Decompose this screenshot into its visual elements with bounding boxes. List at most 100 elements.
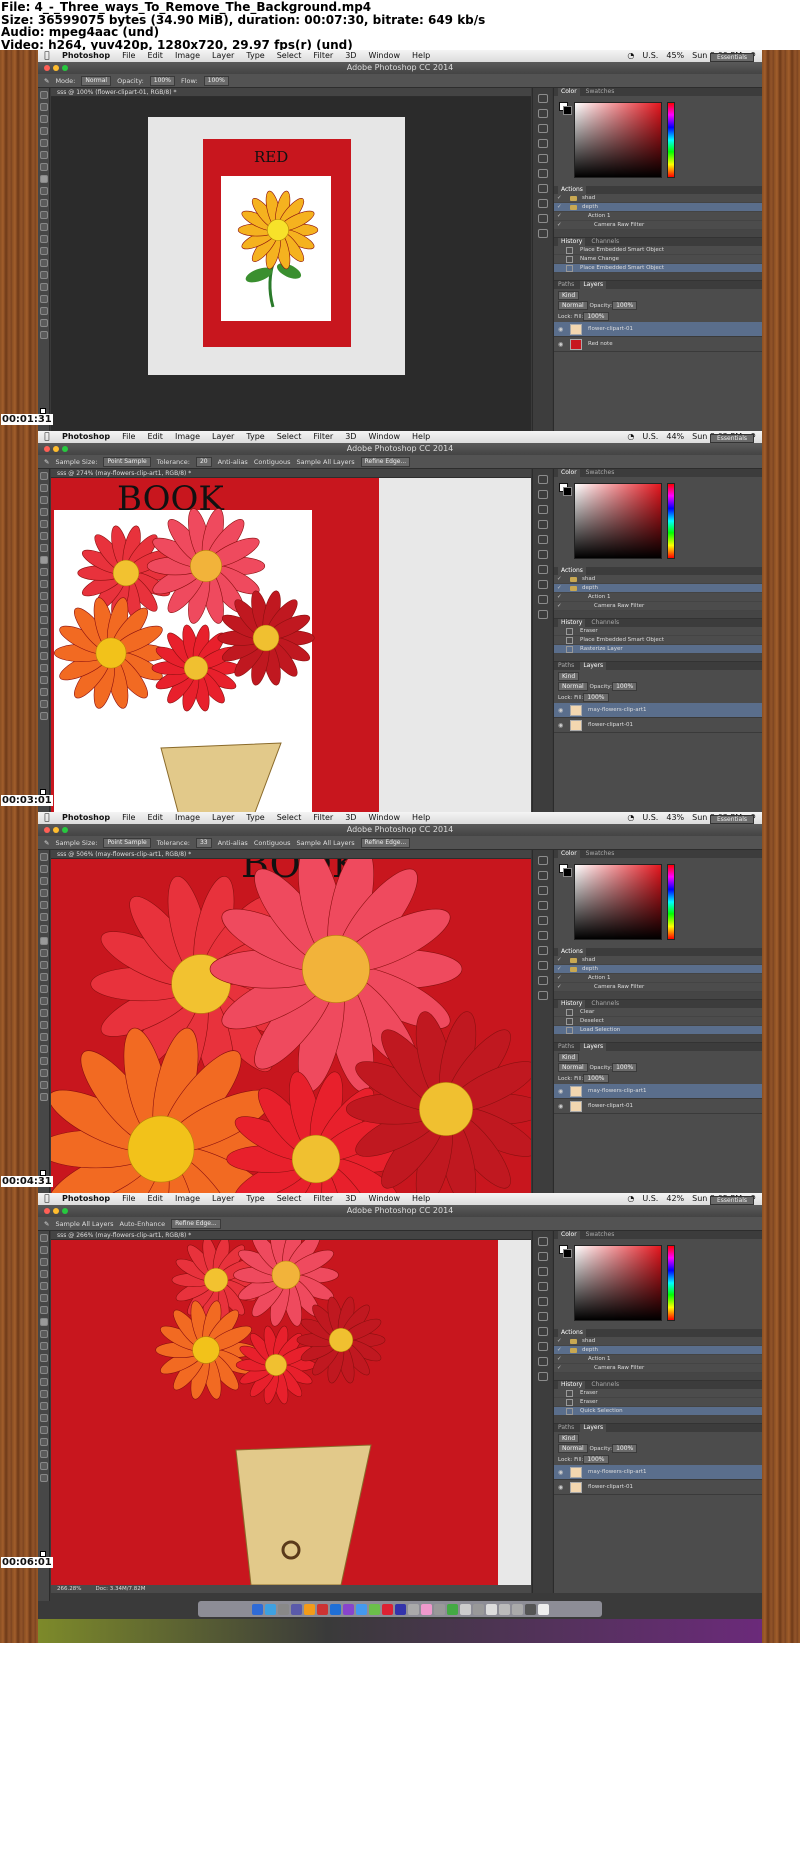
- tab-history[interactable]: History: [558, 1381, 586, 1389]
- eyedropper-tool-icon[interactable]: [40, 532, 48, 540]
- action-item[interactable]: ✓ Camera Raw Filter: [554, 602, 762, 611]
- paragraph-panel-icon[interactable]: [537, 946, 548, 955]
- check-icon[interactable]: ✓: [557, 974, 562, 982]
- menu-item[interactable]: Image: [169, 812, 206, 824]
- apple-icon[interactable]: : [38, 1193, 56, 1205]
- eyedropper-tool-icon[interactable]: [40, 1294, 48, 1302]
- tab-layers[interactable]: Layers: [580, 281, 607, 289]
- check-icon[interactable]: ✓: [557, 575, 562, 583]
- history-state[interactable]: Place Embedded Smart Object: [554, 636, 762, 645]
- history-state[interactable]: Place Embedded Smart Object: [554, 246, 762, 255]
- menu-item[interactable]: Edit: [141, 431, 169, 443]
- eraser-tool-icon[interactable]: [40, 211, 48, 219]
- action-item[interactable]: ✓ Camera Raw Filter: [554, 221, 762, 230]
- wifi-icon[interactable]: ◔: [627, 1193, 634, 1205]
- layer-kind-filter[interactable]: Kind: [558, 291, 580, 300]
- dock-app-icon[interactable]: [446, 1603, 458, 1615]
- menu-item[interactable]: Photoshop: [56, 1193, 116, 1205]
- dock-app-icon[interactable]: [485, 1603, 497, 1615]
- check-icon[interactable]: ✓: [557, 1364, 562, 1372]
- input-source[interactable]: U.S.: [642, 812, 658, 824]
- eraser-tool-icon[interactable]: [40, 1354, 48, 1362]
- dock-app-icon[interactable]: [511, 1603, 523, 1615]
- tab-history[interactable]: History: [558, 1000, 586, 1008]
- dock-app-icon[interactable]: [381, 1603, 393, 1615]
- check-icon[interactable]: ✓: [557, 983, 562, 991]
- option-control[interactable]: Sample All Layers: [297, 455, 355, 469]
- hand-tool-icon[interactable]: [40, 1450, 48, 1458]
- menu-item[interactable]: Help: [406, 812, 436, 824]
- eye-icon[interactable]: ◉: [558, 322, 563, 337]
- tab-actions[interactable]: Actions: [558, 567, 586, 575]
- background-color[interactable]: [563, 868, 572, 877]
- zoom-level[interactable]: 266.28%: [57, 1586, 81, 1592]
- history-state[interactable]: Eraser: [554, 1389, 762, 1398]
- check-icon[interactable]: ✓: [557, 584, 562, 592]
- tool-preset-icon[interactable]: ✎: [44, 74, 49, 88]
- gradient-tool-icon[interactable]: [40, 985, 48, 993]
- input-source[interactable]: U.S.: [642, 1193, 658, 1205]
- properties-panel-icon[interactable]: [537, 871, 548, 880]
- wifi-icon[interactable]: ◔: [627, 812, 634, 824]
- workspace-switcher[interactable]: Essentials: [709, 815, 754, 824]
- blend-mode-select[interactable]: Normal: [558, 301, 588, 310]
- zoom-tool-icon[interactable]: [40, 1081, 48, 1089]
- action-item[interactable]: ✓ shad: [554, 575, 762, 584]
- apple-icon[interactable]: : [38, 50, 56, 62]
- menu-item[interactable]: File: [116, 431, 141, 443]
- dock-app-icon[interactable]: [355, 1603, 367, 1615]
- minimize-icon[interactable]: [53, 446, 59, 452]
- menu-item[interactable]: 3D: [339, 812, 362, 824]
- action-item[interactable]: ✓ Action 1: [554, 974, 762, 983]
- action-item[interactable]: ✓ depth: [554, 584, 762, 593]
- option-control[interactable]: Flow:: [181, 74, 198, 88]
- input-source[interactable]: U.S.: [642, 431, 658, 443]
- check-icon[interactable]: ✓: [557, 221, 562, 229]
- menu-item[interactable]: File: [116, 50, 141, 62]
- tools-panel-icon[interactable]: [537, 901, 548, 910]
- tools-panel-icon[interactable]: [537, 139, 548, 148]
- tab-layers[interactable]: Layers: [580, 1043, 607, 1051]
- dock-app-icon[interactable]: [407, 1603, 419, 1615]
- tab-color[interactable]: Color: [558, 850, 580, 858]
- move-tool-icon[interactable]: [40, 853, 48, 861]
- option-control[interactable]: Refine Edge...: [360, 456, 411, 467]
- opacity-input[interactable]: 100%: [612, 301, 638, 310]
- battery-status[interactable]: 42%: [666, 1193, 684, 1205]
- type-tool-icon[interactable]: [40, 652, 48, 660]
- menu-item[interactable]: Type: [240, 431, 270, 443]
- wifi-icon[interactable]: ◔: [627, 50, 634, 62]
- check-icon[interactable]: ✓: [557, 1337, 562, 1345]
- path-select-icon[interactable]: [40, 1426, 48, 1434]
- type-tool-icon[interactable]: [40, 271, 48, 279]
- shape-tool-icon[interactable]: [40, 676, 48, 684]
- brush-tool-icon[interactable]: [40, 937, 48, 945]
- gradient-tool-icon[interactable]: [40, 604, 48, 612]
- menu-item[interactable]: Window: [362, 1193, 406, 1205]
- opacity-input[interactable]: 100%: [612, 1444, 638, 1453]
- action-item[interactable]: ✓ Action 1: [554, 593, 762, 602]
- menu-item[interactable]: Filter: [307, 431, 339, 443]
- adjustments-panel-icon[interactable]: [537, 886, 548, 895]
- dodge-tool-icon[interactable]: [40, 1009, 48, 1017]
- dock-app-icon[interactable]: [368, 1603, 380, 1615]
- option-control[interactable]: Refine Edge...: [360, 837, 411, 848]
- dock-app-icon[interactable]: [251, 1603, 263, 1615]
- zoom-icon[interactable]: [62, 446, 68, 452]
- marquee-tool-icon[interactable]: [40, 103, 48, 111]
- option-control[interactable]: Normal: [81, 75, 112, 86]
- apple-icon[interactable]: : [38, 812, 56, 824]
- option-control[interactable]: 20: [195, 456, 212, 467]
- battery-status[interactable]: 43%: [666, 812, 684, 824]
- option-control[interactable]: Sample Size:: [55, 836, 97, 850]
- move-tool-icon[interactable]: [40, 1234, 48, 1242]
- styles-panel-icon[interactable]: [537, 976, 548, 985]
- character-panel-icon[interactable]: [537, 931, 548, 940]
- menu-item[interactable]: 3D: [339, 50, 362, 62]
- brush-panel-icon[interactable]: [537, 154, 548, 163]
- layer-kind-filter[interactable]: Kind: [558, 672, 580, 681]
- dodge-tool-icon[interactable]: [40, 247, 48, 255]
- blend-mode-select[interactable]: Normal: [558, 1063, 588, 1072]
- edit-toolbar-icon[interactable]: [40, 1474, 48, 1482]
- document-canvas[interactable]: BOOK: [51, 859, 531, 1204]
